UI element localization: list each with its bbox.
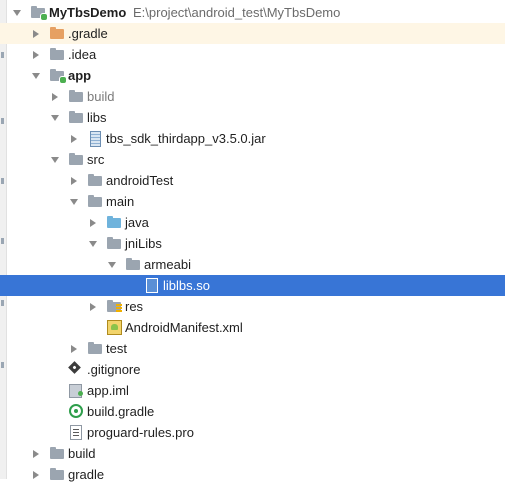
tree-row[interactable]: java (0, 212, 505, 233)
chevron-right-icon[interactable] (71, 177, 77, 185)
res-folder-icon (106, 299, 122, 313)
chevron-down-icon[interactable] (51, 157, 59, 163)
tree-row[interactable]: jniLibs (0, 233, 505, 254)
tree-item-label: armeabi (144, 257, 191, 272)
chevron-right-icon[interactable] (33, 51, 39, 59)
tree-row[interactable]: app (0, 65, 505, 86)
jar-icon (87, 131, 103, 147)
tree-row[interactable]: build.gradle (0, 401, 505, 422)
tree-item-label: test (106, 341, 127, 356)
tree-item-label: MyTbsDemo (49, 5, 127, 20)
tree-row[interactable]: androidTest (0, 170, 505, 191)
folder-gray-icon (68, 152, 84, 166)
tree-row[interactable]: src (0, 149, 505, 170)
tree-row[interactable]: proguard-rules.pro (0, 422, 505, 443)
tree-item-label: res (125, 299, 144, 314)
tree-row[interactable]: .gradle (0, 23, 505, 44)
tree-item-label: app.iml (87, 383, 129, 398)
iml-icon (68, 383, 84, 398)
folder-orange-icon (49, 26, 65, 40)
folder-gray-icon (68, 110, 84, 124)
chevron-right-icon[interactable] (90, 303, 96, 311)
tree-item-label: libs (87, 110, 107, 125)
tree-item-label: .gitignore (87, 362, 141, 377)
tree-row[interactable]: liblbs.so (0, 275, 505, 296)
folder-gray-icon (125, 257, 141, 271)
tree-row[interactable]: .gitignore (0, 359, 505, 380)
folder-blue-icon (106, 215, 122, 229)
chevron-down-icon[interactable] (51, 115, 59, 121)
tree-item-label: AndroidManifest.xml (125, 320, 243, 335)
chevron-down-icon[interactable] (70, 199, 78, 205)
chevron-down-icon[interactable] (13, 10, 21, 16)
module-folder-icon (30, 5, 48, 21)
folder-gray-icon (49, 446, 65, 460)
chevron-right-icon[interactable] (90, 219, 96, 227)
tree-row[interactable]: test (0, 338, 505, 359)
chevron-down-icon[interactable] (89, 241, 97, 247)
gradle-icon (68, 404, 84, 418)
chevron-right-icon[interactable] (71, 135, 77, 143)
chevron-right-icon[interactable] (33, 30, 39, 38)
tree-row[interactable]: armeabi (0, 254, 505, 275)
tree-row[interactable]: app.iml (0, 380, 505, 401)
tree-item-label: src (87, 152, 105, 167)
tree-item-label: build (87, 89, 115, 104)
chevron-right-icon[interactable] (33, 471, 39, 479)
tree-row[interactable]: build (0, 443, 505, 464)
tree-item-label: .gradle (68, 26, 108, 41)
pro-file-icon (68, 425, 84, 440)
tree-item-label: proguard-rules.pro (87, 425, 194, 440)
chevron-right-icon[interactable] (52, 93, 58, 101)
tree-item-label: .idea (68, 47, 97, 62)
tree-row[interactable]: gradle (0, 464, 505, 485)
manifest-icon (106, 320, 122, 335)
chevron-down-icon[interactable] (108, 262, 116, 268)
module-folder-icon (49, 68, 67, 84)
tree-item-label: app (68, 68, 92, 83)
chevron-right-icon[interactable] (33, 450, 39, 458)
folder-gray-icon (49, 47, 65, 61)
folder-gray-icon (68, 89, 84, 103)
tree-row[interactable]: build (0, 86, 505, 107)
git-icon (68, 361, 84, 376)
tree-item-label: build (68, 446, 96, 461)
tree-item-label: jniLibs (125, 236, 162, 251)
folder-gray-icon (87, 173, 103, 187)
tree-item-label: liblbs.so (163, 278, 210, 293)
tree-item-label: java (125, 215, 149, 230)
folder-gray-icon (87, 341, 103, 355)
tree-row[interactable]: .idea (0, 44, 505, 65)
tree-item-label: build.gradle (87, 404, 155, 419)
so-file-icon (144, 278, 160, 293)
tree-row[interactable]: res (0, 296, 505, 317)
tree-row[interactable]: libs (0, 107, 505, 128)
tree-row[interactable]: AndroidManifest.xml (0, 317, 505, 338)
tree-row[interactable]: MyTbsDemo E:\project\android_test\MyTbsDe… (0, 2, 505, 23)
tree-row[interactable]: tbs_sdk_thirdapp_v3.5.0.jar (0, 128, 505, 149)
chevron-right-icon[interactable] (71, 345, 77, 353)
chevron-down-icon[interactable] (32, 73, 40, 79)
folder-gray-icon (87, 194, 103, 208)
tree-item-label: main (106, 194, 135, 209)
tree-row[interactable]: main (0, 191, 505, 212)
project-path: E:\project\android_test\MyTbsDemo (133, 5, 341, 20)
tree-item-label: androidTest (106, 173, 174, 188)
tree-item-label: tbs_sdk_thirdapp_v3.5.0.jar (106, 131, 266, 146)
folder-gray-icon (106, 236, 122, 250)
tree-item-label: gradle (68, 467, 105, 482)
